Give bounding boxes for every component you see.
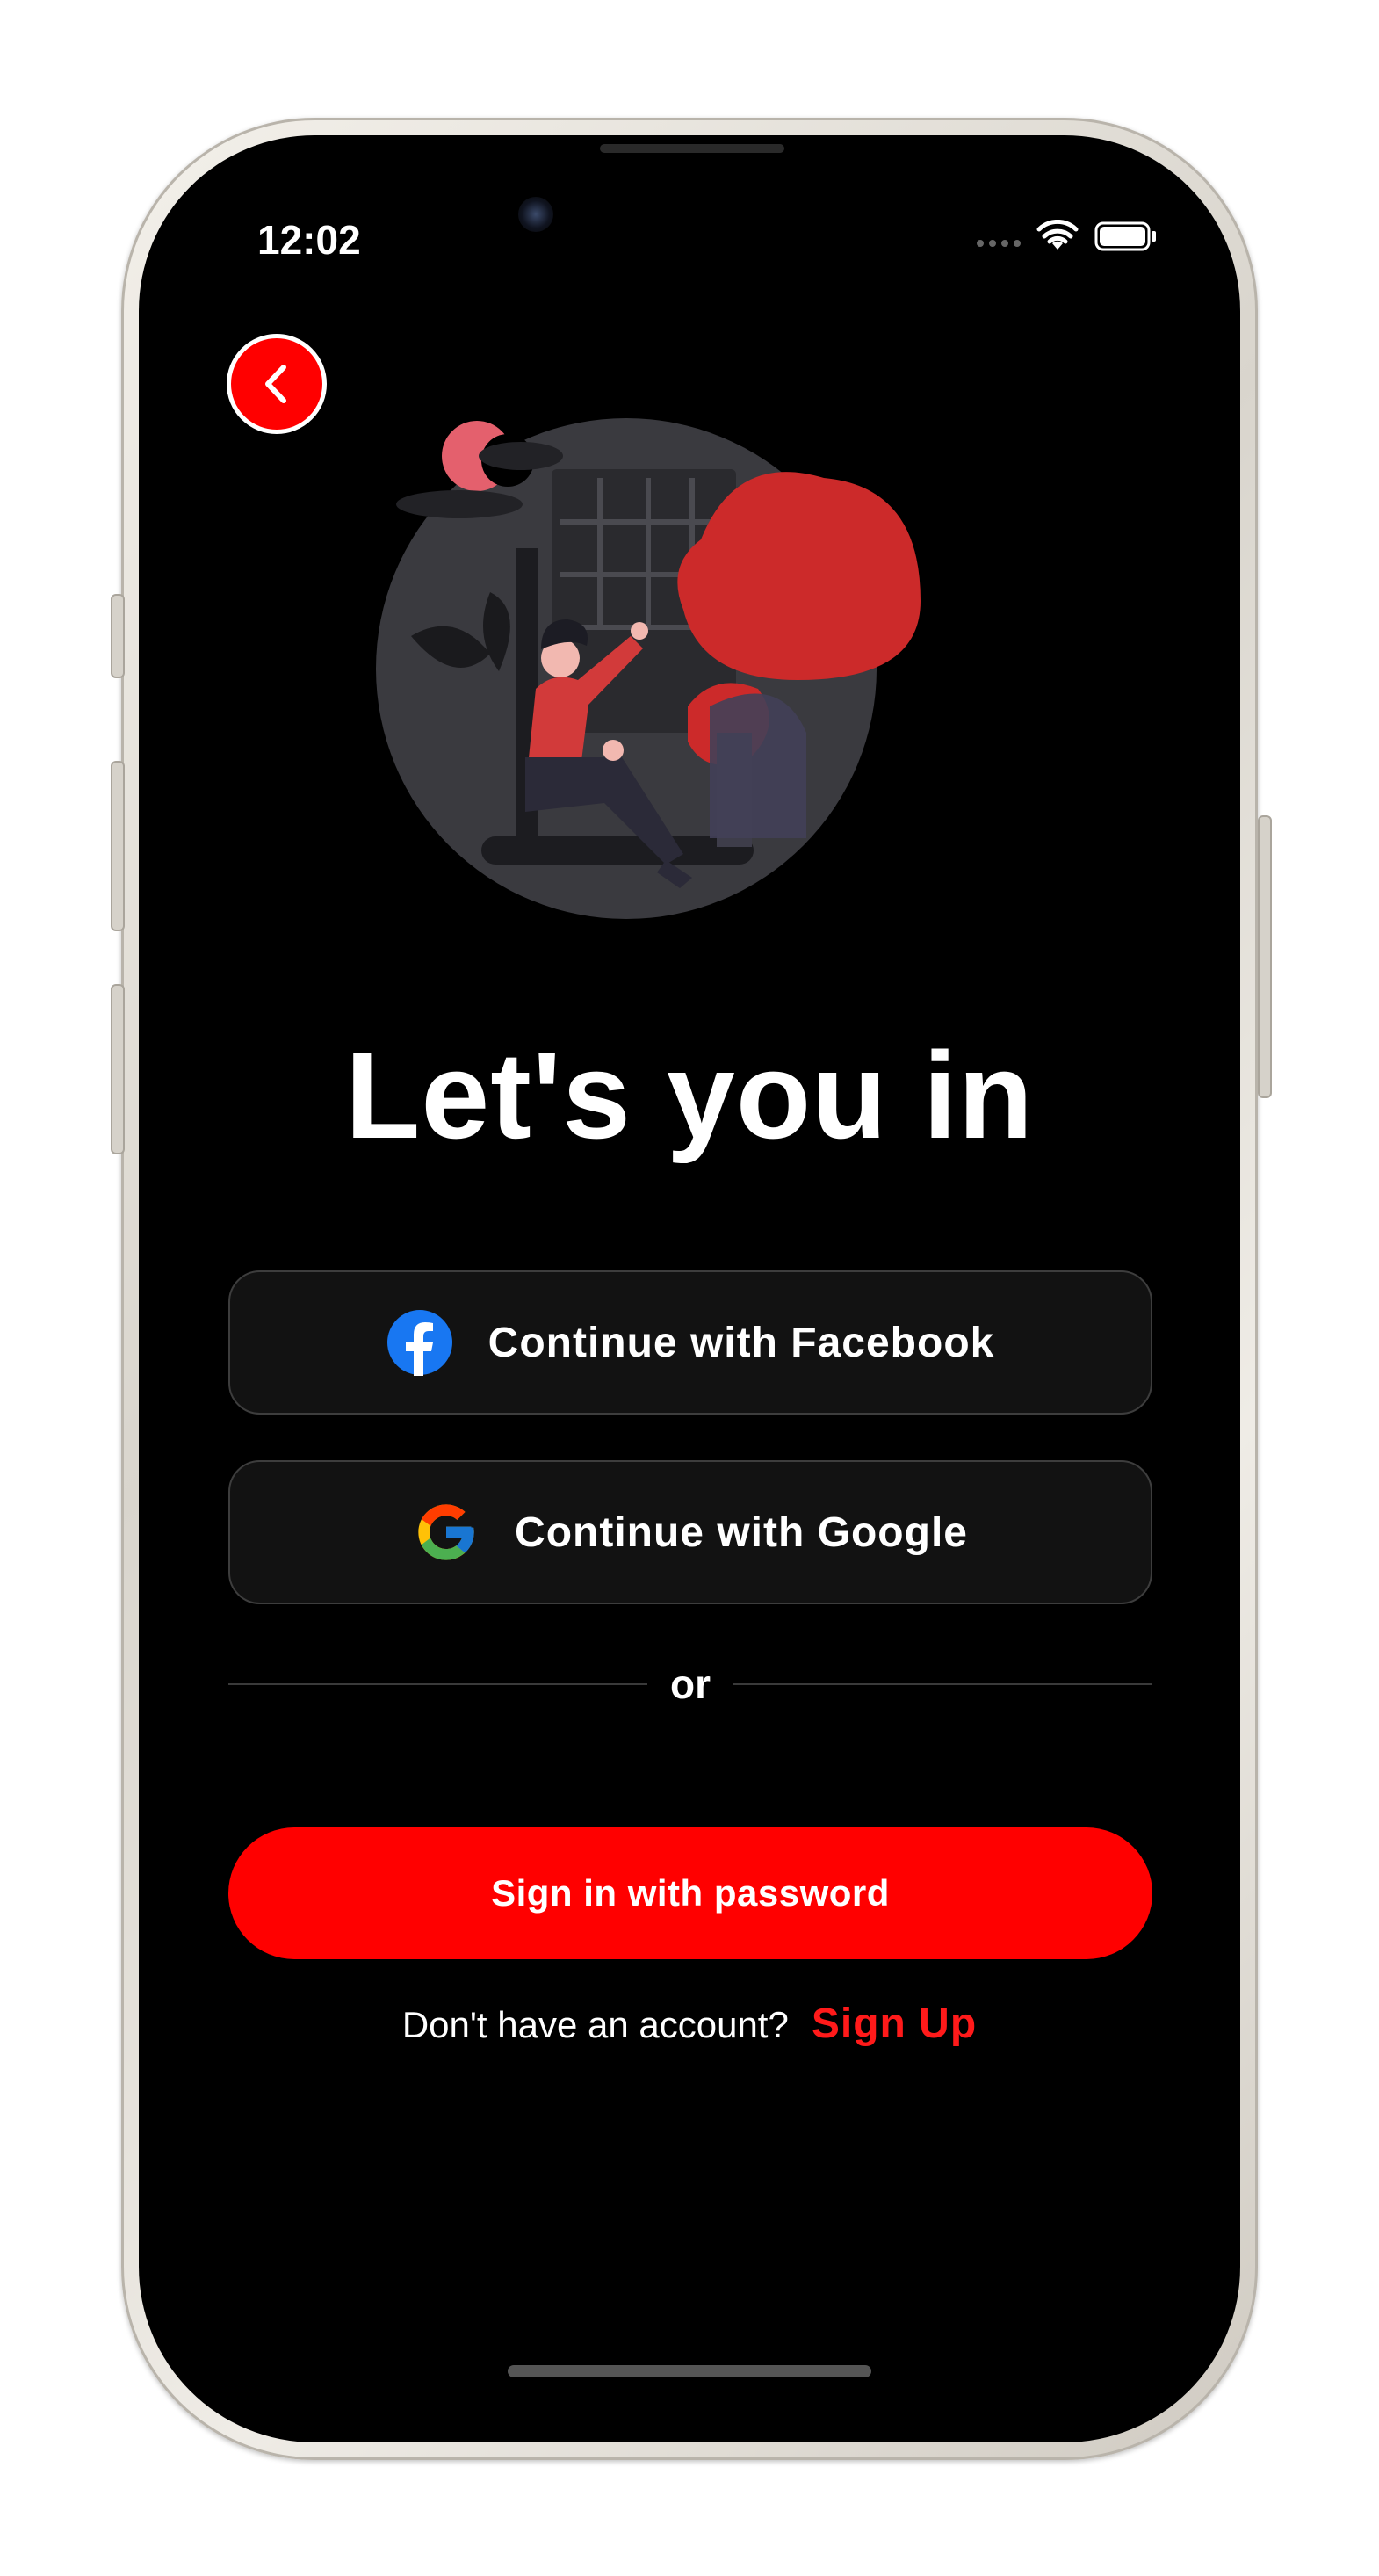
power-button [1258, 815, 1272, 1098]
sign-in-with-password-button[interactable]: Sign in with password [228, 1827, 1152, 1959]
signal-dots-icon [977, 240, 1021, 247]
google-logo-icon [418, 1504, 474, 1560]
divider-line-left [228, 1683, 647, 1685]
google-button-label: Continue with Google [515, 1509, 968, 1556]
continue-with-facebook-button[interactable]: Continue with Facebook [228, 1270, 1152, 1415]
status-time: 12:02 [257, 217, 361, 263]
signup-prompt: Don't have an account? [401, 2004, 789, 2045]
app-screen: 12:02 Let's you in Continue with Faceboo… [139, 135, 1240, 2442]
mute-switch [111, 594, 125, 678]
chevron-left-icon [265, 365, 286, 403]
volume-up-button [111, 761, 125, 931]
page-title: Let's you in [344, 1026, 1035, 1164]
facebook-logo-icon [386, 1310, 452, 1376]
front-camera [518, 197, 553, 232]
or-divider: or [228, 1661, 1152, 1708]
battery-icon [1094, 221, 1156, 251]
volume-down-button [111, 984, 125, 1154]
divider-text: or [670, 1661, 711, 1707]
signup-row: Don't have an account? Sign Up [139, 2000, 1240, 2048]
sign-up-link[interactable]: Sign Up [812, 2000, 977, 2048]
divider-line-right [733, 1683, 1152, 1685]
back-button[interactable] [227, 334, 327, 434]
facebook-button-label: Continue with Facebook [487, 1319, 995, 1366]
wifi-icon [1036, 220, 1079, 250]
home-indicator[interactable] [508, 2365, 871, 2377]
sign-in-illustration [376, 418, 921, 919]
status-icons [977, 220, 1158, 253]
continue-with-google-button[interactable]: Continue with Google [228, 1460, 1152, 1604]
speaker-slit [600, 144, 784, 153]
